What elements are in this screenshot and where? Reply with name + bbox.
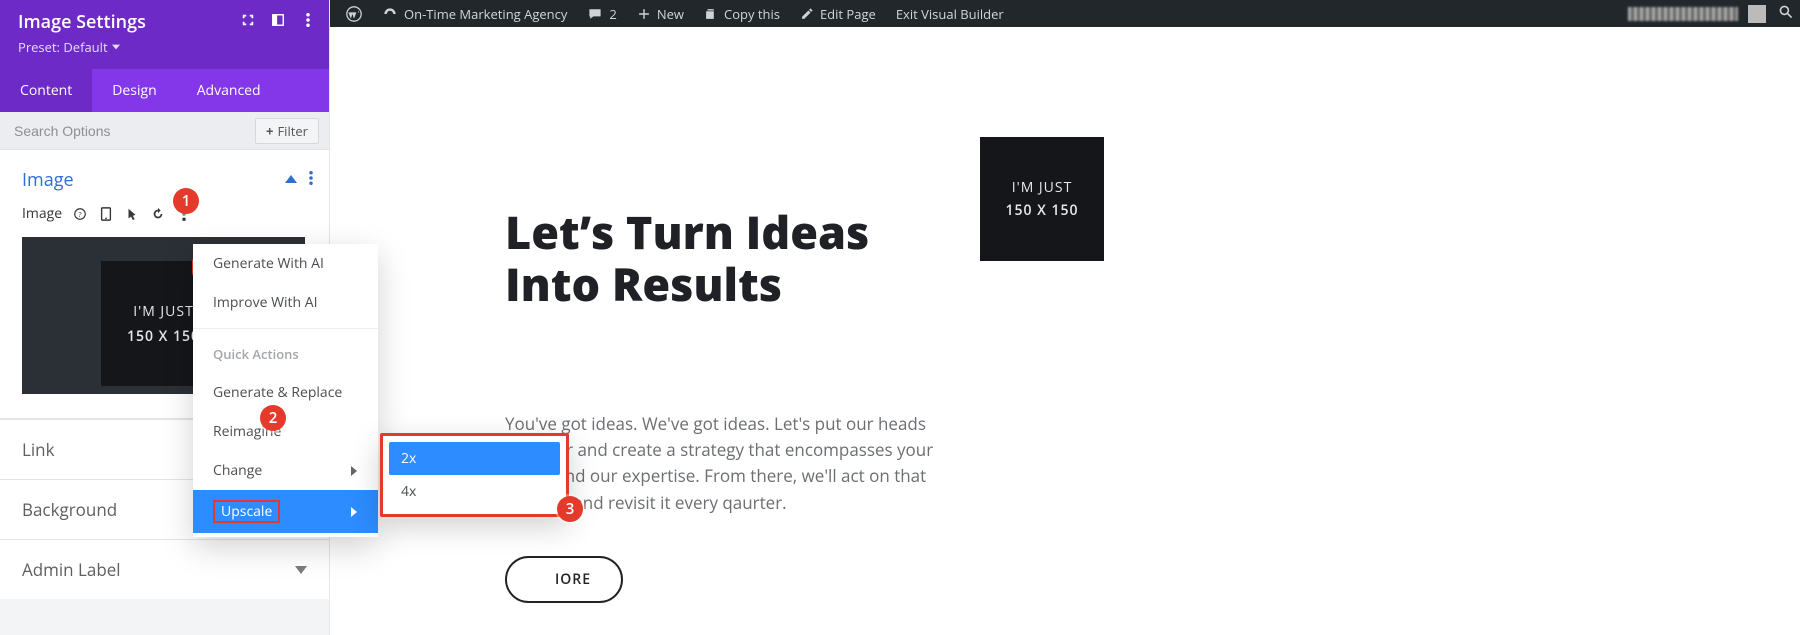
- upscale-4x[interactable]: 4x: [389, 475, 560, 508]
- side-img-line2: 150 X 150: [1005, 201, 1078, 220]
- wp-copy-this[interactable]: Copy this: [694, 0, 790, 27]
- learn-more-visible-text: IORE: [555, 570, 591, 589]
- wp-search[interactable]: [1778, 4, 1794, 24]
- more-icon[interactable]: [301, 13, 315, 32]
- callout-1: 1: [173, 188, 199, 214]
- collapse-icon[interactable]: [285, 171, 297, 190]
- filter-label: Filter: [277, 122, 308, 140]
- upscale-2x[interactable]: 2x: [389, 442, 560, 475]
- help-icon[interactable]: ?: [72, 208, 88, 220]
- dd-quick-actions-head: Quick Actions: [193, 335, 378, 373]
- panel-header: Image Settings Preset: Default: [0, 0, 329, 69]
- image-field-row: Image ?: [0, 204, 329, 231]
- tab-design[interactable]: Design: [92, 69, 176, 112]
- canvas-placeholder-image[interactable]: I'M JUST 150 X 150: [980, 137, 1104, 261]
- section-title[interactable]: Image: [22, 168, 285, 192]
- dd-change[interactable]: Change: [193, 451, 378, 490]
- panel-tabs: Content Design Advanced: [0, 69, 329, 112]
- wp-edit-page[interactable]: Edit Page: [790, 0, 886, 27]
- hero-title: Let’s Turn Ideas Into Results: [505, 207, 945, 311]
- wp-edit-label: Edit Page: [820, 5, 876, 23]
- chevron-down-icon: [112, 43, 120, 51]
- wp-new-label: New: [657, 5, 684, 23]
- callout-2: 2: [260, 405, 286, 431]
- row-admin-label-text: Admin Label: [22, 558, 295, 581]
- comment-icon: [587, 6, 603, 22]
- search-icon: [1778, 4, 1794, 20]
- wp-new[interactable]: New: [627, 0, 694, 27]
- callout-3: 3: [557, 496, 583, 522]
- tab-content[interactable]: Content: [0, 69, 92, 112]
- ai-dropdown: Generate With AI Improve With AI Quick A…: [193, 244, 378, 537]
- hover-icon[interactable]: [124, 207, 140, 221]
- panel-title: Image Settings: [18, 10, 241, 34]
- upscale-submenu: 2x 4x: [380, 433, 569, 517]
- pencil-icon: [800, 7, 814, 21]
- wordpress-icon: [346, 6, 362, 22]
- plus-icon: [637, 7, 651, 21]
- section-more-icon[interactable]: [297, 171, 313, 190]
- wp-admin-bar: On-Time Marketing Agency 2 New Copy this…: [330, 0, 1800, 27]
- search-row: + Filter: [0, 112, 329, 150]
- wp-comments-count: 2: [609, 5, 616, 23]
- dd-improve-ai[interactable]: Improve With AI: [193, 283, 378, 322]
- avatar[interactable]: [1748, 5, 1766, 23]
- tab-advanced[interactable]: Advanced: [177, 69, 281, 112]
- tablet-icon[interactable]: [98, 207, 114, 221]
- wp-dashboard[interactable]: On-Time Marketing Agency: [372, 0, 577, 27]
- reset-icon[interactable]: [150, 207, 166, 221]
- chevron-down-icon: [295, 564, 307, 576]
- row-admin-label[interactable]: Admin Label: [0, 539, 329, 599]
- wp-copy-label: Copy this: [724, 5, 780, 23]
- preset-selector[interactable]: Preset: Default: [18, 38, 120, 56]
- wp-comments[interactable]: 2: [577, 0, 626, 27]
- page-canvas: Let’s Turn Ideas Into Results You've got…: [330, 27, 1800, 635]
- chevron-right-icon: [350, 507, 358, 517]
- side-img-line1: I'M JUST: [1012, 178, 1073, 197]
- hero-block: Let’s Turn Ideas Into Results You've got…: [505, 207, 945, 603]
- copy-icon: [704, 7, 718, 21]
- learn-more-button[interactable]: IORE: [505, 556, 623, 603]
- wp-exit-label: Exit Visual Builder: [896, 5, 1004, 23]
- thumb-line1: I'M JUST: [133, 302, 194, 321]
- wp-logo[interactable]: [336, 0, 372, 27]
- dd-generate-ai[interactable]: Generate With AI: [193, 244, 378, 283]
- thumb-line2: 150 X 150: [127, 327, 200, 346]
- expand-icon[interactable]: [241, 13, 255, 32]
- dock-icon[interactable]: [271, 13, 285, 32]
- filter-button[interactable]: + Filter: [255, 118, 319, 144]
- preset-label: Preset: Default: [18, 38, 108, 56]
- wp-site-name: On-Time Marketing Agency: [404, 5, 567, 23]
- search-input[interactable]: [14, 123, 255, 139]
- dd-upscale[interactable]: Upscale: [193, 490, 378, 533]
- image-field-label: Image: [22, 204, 62, 223]
- dd-generate-replace[interactable]: Generate & Replace: [193, 373, 378, 412]
- wp-exit-visual[interactable]: Exit Visual Builder: [886, 0, 1014, 27]
- gauge-icon: [382, 6, 398, 22]
- chevron-right-icon: [350, 466, 358, 476]
- wp-user-greeting-blurred: [1628, 7, 1738, 21]
